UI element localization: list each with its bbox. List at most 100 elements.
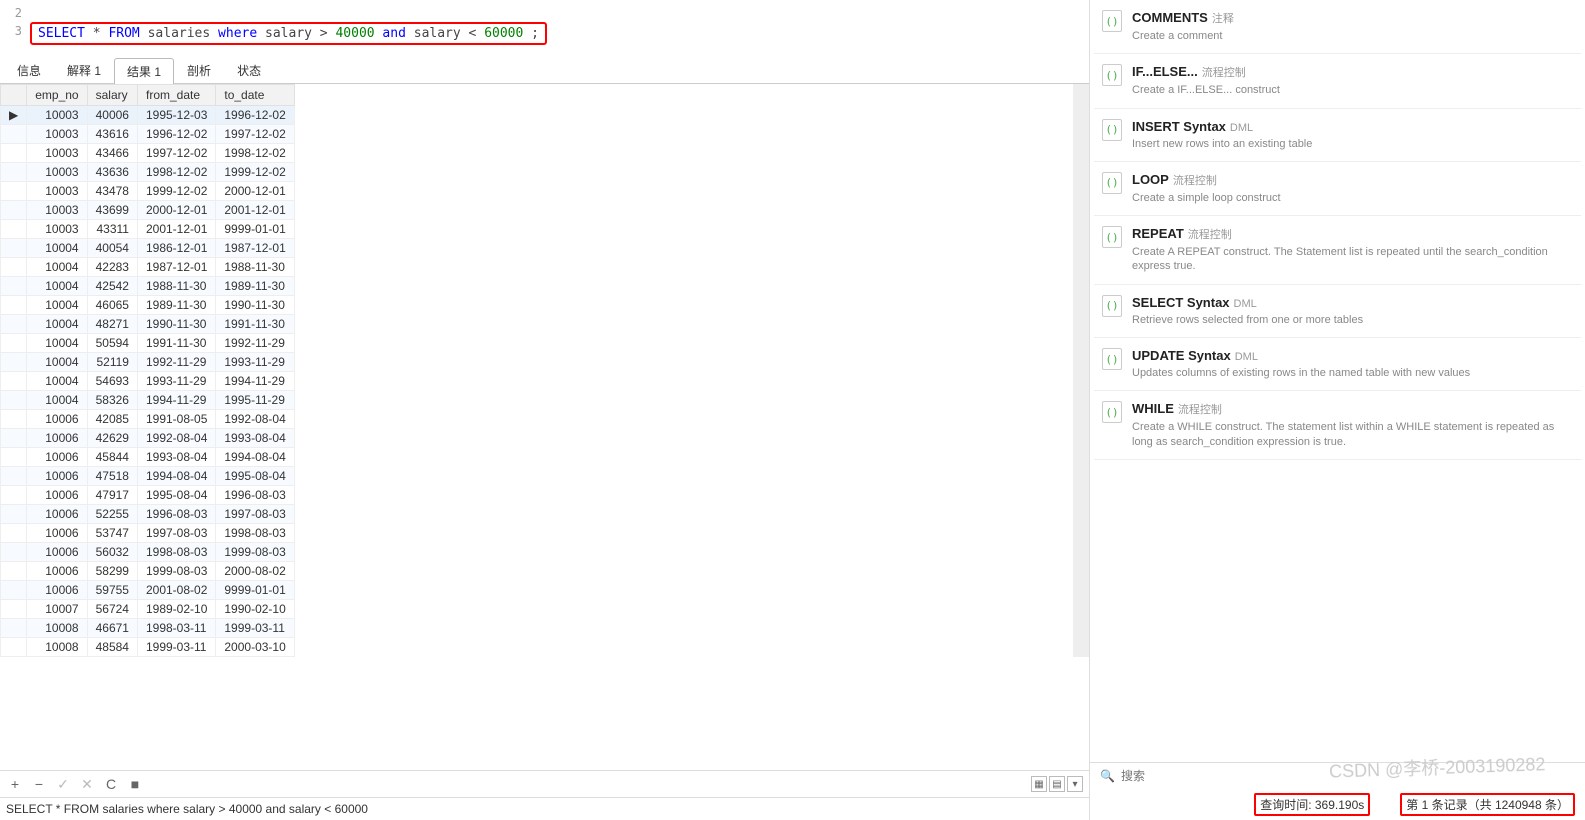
snippet-item[interactable]: () IF...ELSE...流程控制 Create a IF...ELSE... … [1094,54,1581,108]
search-input[interactable] [1121,769,1575,783]
tab-1[interactable]: 解释 1 [54,57,114,83]
col-to_date[interactable]: to_date [216,85,294,106]
snippet-icon: () [1102,119,1122,141]
scrollbar-vertical[interactable] [1073,84,1089,657]
snippet-item[interactable]: ()UPDATE SyntaxDMLUpdates columns of exi… [1094,338,1581,391]
table-row[interactable]: 10004400541986-12-011987-12-01 [1,239,295,258]
refresh-button[interactable]: C [102,775,120,793]
table-row[interactable]: 10006479171995-08-041996-08-03 [1,486,295,505]
table-row[interactable]: 10006426291992-08-041993-08-04 [1,429,295,448]
snippet-list[interactable]: () COMMENTS注释 Create a comment () IF...ELSE.… [1090,0,1585,762]
snippet-tag: DML [1230,122,1253,134]
table-row[interactable]: 10004460651989-11-301990-11-30 [1,296,295,315]
snippet-icon: () [1102,401,1122,423]
snippet-title: COMMENTS注释 [1132,10,1234,26]
view-more-icon[interactable]: ▾ [1067,776,1083,792]
tab-3[interactable]: 剖析 [174,57,224,83]
kw-select: SELECT [38,26,85,41]
snippet-icon: () [1102,226,1122,248]
snippet-desc: Create a IF...ELSE... construct [1132,83,1280,97]
snippet-desc: Insert new rows into an existing table [1132,137,1312,151]
delete-row-button[interactable]: − [30,775,48,793]
snippet-title: IF...ELSE...流程控制 [1132,64,1280,80]
view-grid-icon[interactable]: ▦ [1031,776,1047,792]
snippet-desc: Create a simple loop construct [1132,191,1281,205]
snippet-item[interactable]: () SELECT SyntaxDML Retrieve rows selected… [1094,285,1581,338]
table-row[interactable]: 10004482711990-11-301991-11-30 [1,315,295,334]
table-row[interactable]: 10004425421988-11-301989-11-30 [1,277,295,296]
snippet-icon: () [1102,295,1122,317]
table-row[interactable]: 10006458441993-08-041994-08-04 [1,448,295,467]
table-row[interactable]: 10006560321998-08-031999-08-03 [1,543,295,562]
status-sql-text: SELECT * FROM salaries where salary > 40… [6,802,368,816]
col-from_date[interactable]: from_date [137,85,215,106]
table-row[interactable]: 10008466711998-03-111999-03-11 [1,619,295,638]
search-icon: 🔍 [1100,769,1115,783]
stop-button[interactable]: ■ [126,775,144,793]
table-row[interactable]: 10004422831987-12-011988-11-30 [1,258,295,277]
table-row[interactable]: 10006420851991-08-051992-08-04 [1,410,295,429]
snippet-icon: () [1102,64,1122,86]
tab-2[interactable]: 结果 1 [114,58,174,84]
add-row-button[interactable]: + [6,775,24,793]
snippet-item[interactable]: ()LOOP流程控制Create a simple loop construct [1094,162,1581,216]
tab-0[interactable]: 信息 [4,57,54,83]
table-row[interactable]: 10003436992000-12-012001-12-01 [1,201,295,220]
snippet-item[interactable]: () INSERT SyntaxDML Insert new rows into a… [1094,109,1581,162]
snippet-tag: 注释 [1212,13,1234,25]
snippet-title: UPDATE SyntaxDML [1132,348,1470,363]
col-salary[interactable]: salary [87,85,137,106]
snippet-icon: () [1102,10,1122,32]
table-row[interactable]: 10004546931993-11-291994-11-29 [1,372,295,391]
snippet-title: INSERT SyntaxDML [1132,119,1312,134]
result-tabs: 信息解释 1结果 1剖析状态 [0,57,1089,84]
table-row[interactable]: 10003436361998-12-021999-12-02 [1,163,295,182]
table-row[interactable]: 10004521191992-11-291993-11-29 [1,353,295,372]
table-row[interactable]: 10008485841999-03-112000-03-10 [1,638,295,657]
gutter-line-2: 2 [0,4,30,22]
record-count-label: 第 1 条记录（共 1240948 条） [1400,793,1575,816]
snippet-tag: DML [1235,351,1258,363]
snippet-item[interactable]: () WHILE流程控制 Create a WHILE construct. The… [1094,391,1581,460]
snippet-title: SELECT SyntaxDML [1132,295,1363,310]
table-row[interactable]: 10006522551996-08-031997-08-03 [1,505,295,524]
status-bar: SELECT * FROM salaries where salary > 40… [0,798,1089,820]
kw-where: where [218,26,257,41]
table-row[interactable]: 10007567241989-02-101990-02-10 [1,600,295,619]
snippet-desc: Retrieve rows selected from one or more … [1132,313,1363,327]
snippet-desc: Updates columns of existing rows in the … [1132,366,1470,380]
snippet-tag: 流程控制 [1188,229,1232,241]
table-row[interactable]: 10004505941991-11-301992-11-29 [1,334,295,353]
snippet-desc: Create a WHILE construct. The statement … [1132,420,1573,449]
gutter-line-3: 3 [0,22,30,40]
snippet-item[interactable]: ()REPEAT流程控制Create A REPEAT construct. T… [1094,216,1581,285]
snippet-tag: DML [1234,298,1257,310]
snippet-desc: Create a comment [1132,29,1234,43]
snippet-tag: 流程控制 [1202,67,1246,79]
col-emp_no[interactable]: emp_no [27,85,87,106]
cancel-button[interactable]: ✕ [78,775,96,793]
sql-statement-box[interactable]: SELECT * FROM salaries where salary > 40… [30,22,547,45]
apply-button[interactable]: ✓ [54,775,72,793]
result-grid[interactable]: emp_nosalaryfrom_dateto_date▶10003400061… [0,84,1089,770]
snippet-desc: Create A REPEAT construct. The Statement… [1132,245,1573,274]
table-row[interactable]: 10006582991999-08-032000-08-02 [1,562,295,581]
sql-editor[interactable]: 2 3 SELECT * FROM salaries where salary … [0,0,1089,57]
kw-from: FROM [108,26,139,41]
table-row[interactable]: 10006597552001-08-029999-01-01 [1,581,295,600]
view-form-icon[interactable]: ▤ [1049,776,1065,792]
grid-toolbar: + − ✓ ✕ C ■ ▦ ▤ ▾ [0,770,1089,798]
table-row[interactable]: ▶10003400061995-12-031996-12-02 [1,106,295,125]
snippet-title: WHILE流程控制 [1132,401,1573,417]
table-row[interactable]: 10006475181994-08-041995-08-04 [1,467,295,486]
table-row[interactable]: 10003433112001-12-019999-01-01 [1,220,295,239]
snippet-icon: () [1102,172,1122,194]
tab-4[interactable]: 状态 [224,57,274,83]
snippet-item[interactable]: () COMMENTS注释 Create a comment [1094,0,1581,54]
table-row[interactable]: 10003434661997-12-021998-12-02 [1,144,295,163]
table-row[interactable]: 10003434781999-12-022000-12-01 [1,182,295,201]
query-time-label: 查询时间: 369.190s [1254,793,1370,816]
table-row[interactable]: 10003436161996-12-021997-12-02 [1,125,295,144]
table-row[interactable]: 10006537471997-08-031998-08-03 [1,524,295,543]
table-row[interactable]: 10004583261994-11-291995-11-29 [1,391,295,410]
